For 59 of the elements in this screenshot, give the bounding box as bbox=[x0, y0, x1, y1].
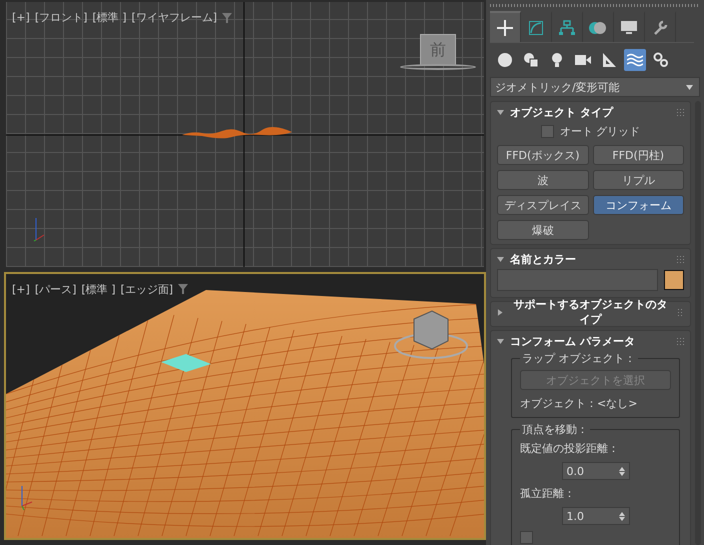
filter-icon[interactable] bbox=[178, 284, 188, 294]
object-label: オブジェクト：<なし> bbox=[520, 396, 638, 411]
waves-icon bbox=[627, 53, 643, 67]
monitor-icon bbox=[621, 20, 637, 34]
field-label: 既定値の投影距離： bbox=[520, 441, 620, 456]
viewport-label[interactable]: [パース] bbox=[34, 282, 76, 296]
group-title: 頂点を移動： bbox=[521, 422, 589, 437]
axis-tripod-icon bbox=[34, 218, 44, 242]
gears-icon bbox=[653, 52, 669, 68]
collapse-arrow-icon bbox=[497, 338, 504, 344]
object-type-button[interactable]: ディスプレイス bbox=[497, 195, 588, 215]
circles-icon bbox=[589, 20, 607, 34]
command-tab[interactable] bbox=[490, 11, 521, 42]
color-swatch[interactable] bbox=[664, 270, 684, 290]
object-type-button[interactable]: リプル bbox=[592, 170, 684, 190]
collapse-arrow-icon bbox=[497, 256, 504, 262]
viewport-label[interactable]: [+] bbox=[12, 282, 30, 296]
viewport-label[interactable]: [標準 ] bbox=[92, 10, 126, 25]
sphere-icon bbox=[498, 53, 512, 67]
dropdown-arrow-icon bbox=[686, 84, 693, 90]
category-dropdown[interactable]: ジオメトリック/変形可能 bbox=[490, 77, 700, 97]
checkbox[interactable] bbox=[540, 125, 554, 138]
plane-object bbox=[161, 354, 211, 372]
checkbox-label: オート グリッド bbox=[560, 124, 640, 139]
object-type-button[interactable]: FFD(円柱) bbox=[592, 145, 684, 165]
curve-frame-icon bbox=[528, 20, 544, 36]
object-type-button[interactable]: FFD(ボックス) bbox=[497, 145, 588, 165]
cube-gizmo-icon bbox=[394, 310, 468, 358]
plus-icon bbox=[497, 20, 513, 36]
object-type-button[interactable]: 爆破 bbox=[497, 220, 588, 240]
category-button[interactable] bbox=[624, 49, 646, 71]
group-title: ラップ オブジェクト： bbox=[521, 351, 636, 366]
expand-arrow-icon bbox=[497, 308, 504, 316]
shapes-icon bbox=[524, 53, 538, 67]
spinner-field[interactable]: 1.0 bbox=[562, 507, 630, 525]
viewport-label[interactable]: [エッジ面] bbox=[120, 282, 174, 296]
object-type-button[interactable]: コンフォーム bbox=[592, 195, 684, 215]
spinner-arrows-icon bbox=[618, 466, 624, 476]
filter-icon[interactable] bbox=[222, 12, 232, 22]
light-bulb-icon bbox=[552, 52, 562, 68]
field-label: 孤立距離： bbox=[520, 486, 576, 501]
name-field[interactable] bbox=[497, 269, 658, 291]
viewport[interactable]: [+] [パース] [標準 ] [エッジ面] bbox=[4, 272, 486, 540]
viewport-label[interactable]: [ワイヤフレーム] bbox=[132, 10, 218, 25]
camera-icon bbox=[575, 54, 591, 66]
object-type-button[interactable]: 波 bbox=[497, 170, 588, 190]
spinner-field[interactable]: 0.0 bbox=[562, 462, 630, 480]
viewport-label[interactable]: [標準 ] bbox=[81, 282, 116, 296]
rollout-header[interactable]: オブジェクト タイプ bbox=[495, 102, 686, 122]
rollout-header[interactable]: 名前とカラー bbox=[495, 249, 686, 269]
rollout-header[interactable]: コンフォーム パラメータ bbox=[495, 331, 686, 351]
checkbox[interactable] bbox=[520, 531, 533, 544]
spinner-arrows-icon bbox=[618, 512, 624, 520]
axis-tripod-icon bbox=[22, 485, 32, 510]
wrench-icon bbox=[652, 20, 668, 36]
hierarchy-icon bbox=[559, 20, 575, 36]
viewport-label[interactable]: [+] bbox=[12, 11, 30, 24]
collapse-arrow-icon bbox=[497, 108, 504, 116]
viewport-label[interactable]: [フロント] bbox=[34, 10, 88, 25]
